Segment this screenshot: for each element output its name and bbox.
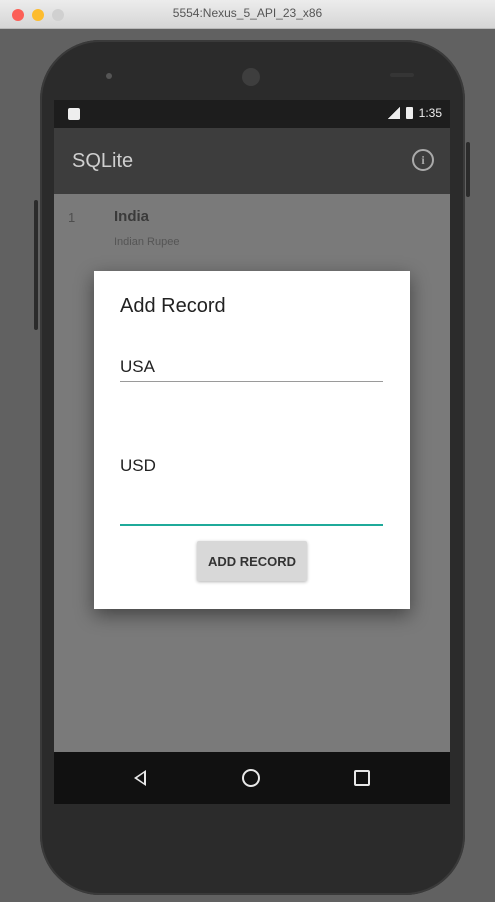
currency-field-value: USD xyxy=(120,456,156,475)
power-button[interactable] xyxy=(466,142,470,197)
battery-icon xyxy=(405,107,413,119)
status-time: 1:35 xyxy=(418,106,442,120)
country-field-underline xyxy=(120,381,383,382)
country-field-value: USA xyxy=(120,357,155,376)
status-bar: 1:35 xyxy=(54,100,450,128)
navigation-bar xyxy=(54,752,450,804)
country-field[interactable]: USA xyxy=(120,357,383,382)
item-subtitle: Indian Rupee xyxy=(114,236,180,248)
record-list: 1 India Indian Rupee xyxy=(54,194,450,264)
app-title: SQLite xyxy=(72,150,134,172)
proximity-sensor xyxy=(390,73,414,77)
item-number: 1 xyxy=(68,210,76,225)
status-indicators: 1:35 xyxy=(387,106,442,120)
home-icon[interactable] xyxy=(242,769,260,787)
add-record-dialog: Add Record USA USD ADD RECORD xyxy=(94,271,410,609)
volume-button[interactable] xyxy=(34,200,38,330)
window-title: 5554:Nexus_5_API_23_x86 xyxy=(172,6,323,20)
currency-field[interactable]: USD xyxy=(120,456,383,526)
app-bar: SQLite i xyxy=(54,128,450,194)
recent-apps-icon[interactable] xyxy=(354,770,370,786)
window-titlebar: 5554:Nexus_5_API_23_x86 xyxy=(0,0,495,29)
currency-field-underline xyxy=(120,524,383,526)
notification-icon xyxy=(68,108,80,120)
signal-icon xyxy=(387,107,400,119)
info-icon[interactable]: i xyxy=(412,149,434,171)
add-record-button[interactable]: ADD RECORD xyxy=(197,541,307,581)
front-camera xyxy=(242,68,260,86)
dialog-title: Add Record xyxy=(120,295,226,317)
back-icon[interactable] xyxy=(134,770,146,786)
speaker-dot xyxy=(106,73,112,79)
item-name: India xyxy=(114,208,150,225)
list-item[interactable]: 1 India Indian Rupee xyxy=(54,194,450,264)
